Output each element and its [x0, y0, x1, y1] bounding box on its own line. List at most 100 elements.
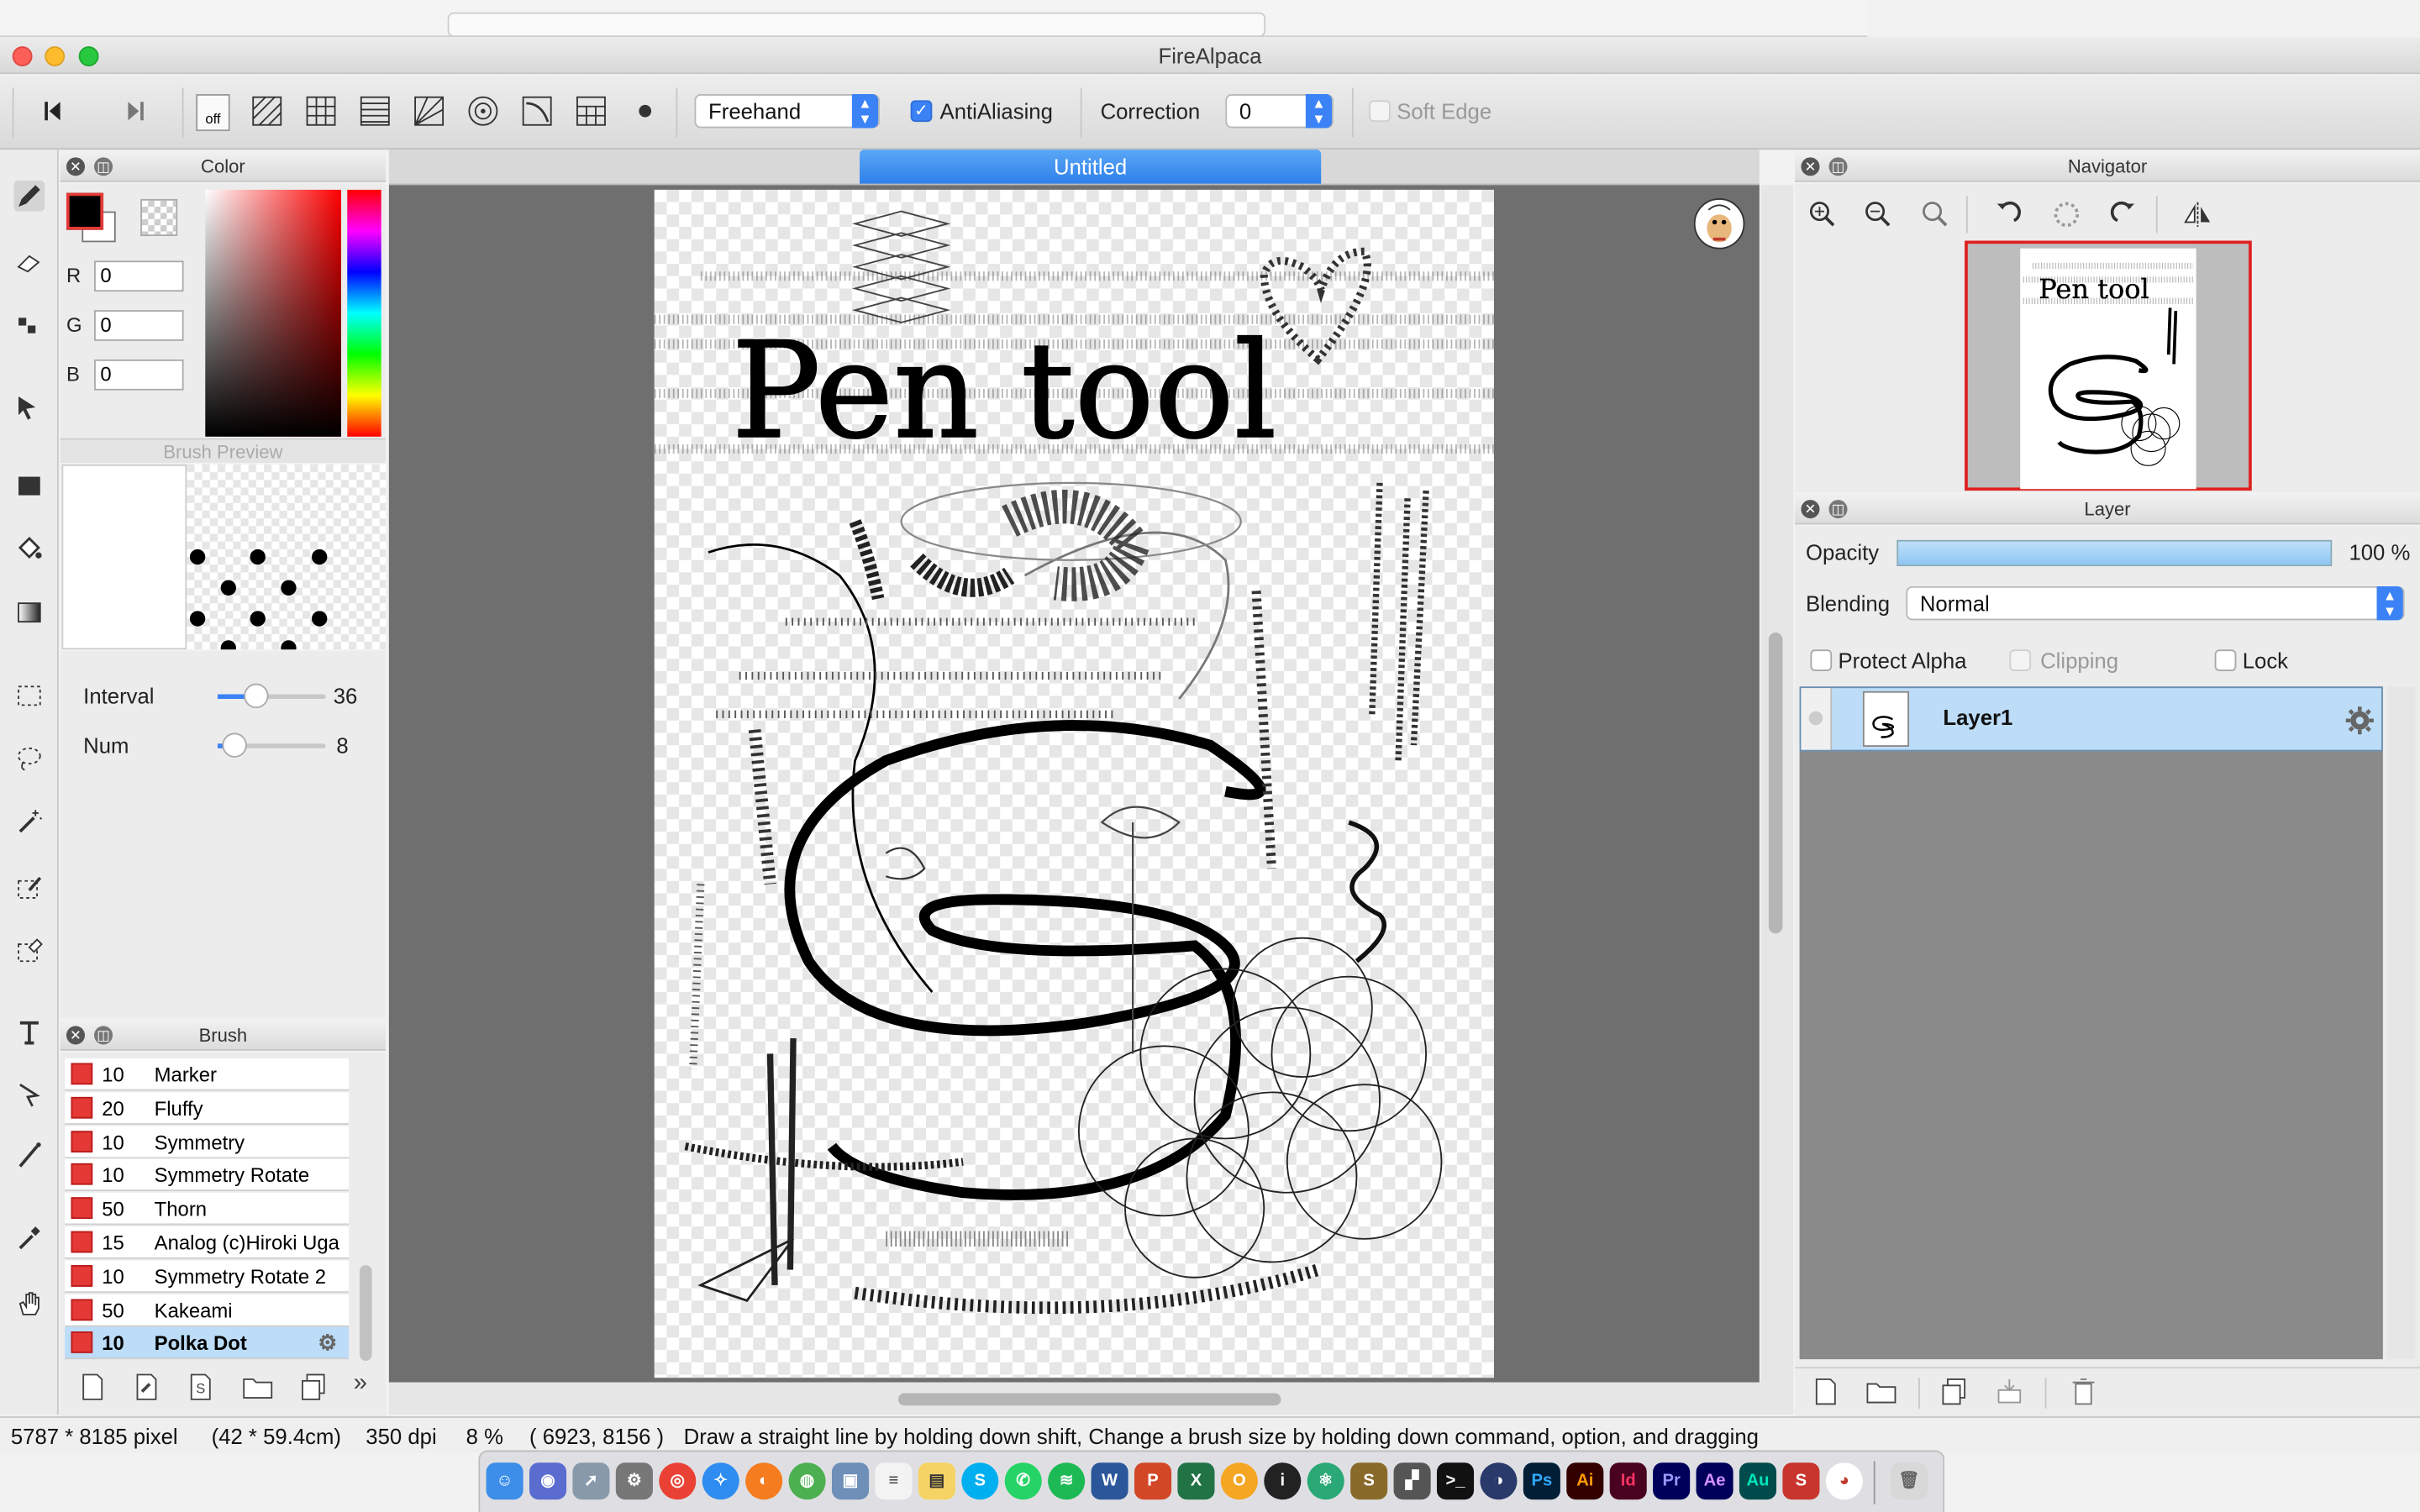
close-window-button[interactable] [12, 46, 33, 66]
gradient-tool-icon[interactable] [14, 597, 45, 628]
zoom-window-button[interactable] [78, 46, 99, 66]
skype-icon[interactable]: S [961, 1462, 999, 1500]
text-tool-icon[interactable] [14, 1016, 45, 1047]
canvas[interactable]: Pen tool [654, 189, 1494, 1378]
firefox-icon[interactable]: ◐ [745, 1462, 783, 1500]
clipping-checkbox[interactable] [2009, 649, 2032, 671]
interval-slider[interactable] [217, 683, 326, 709]
stamp-app-icon[interactable]: S [1782, 1462, 1820, 1500]
brush-list-item[interactable]: 10 Polka Dot ⚙ [65, 1327, 350, 1360]
saturation-value-picker[interactable] [205, 189, 341, 437]
close-icon[interactable]: ✕ [1801, 157, 1820, 176]
rotate-reset-icon[interactable] [2051, 199, 2082, 230]
canvas-horizontal-scrollbar-thumb[interactable] [897, 1393, 1281, 1406]
new-folder-icon[interactable] [1866, 1379, 1897, 1404]
atom-app-icon[interactable]: ⚛ [1307, 1462, 1344, 1500]
snap-circle-icon[interactable] [466, 94, 500, 128]
system-preferences-icon[interactable]: ⚙ [615, 1462, 653, 1500]
duplicate-brush-icon[interactable] [299, 1373, 327, 1401]
detach-icon[interactable]: ◫ [1828, 157, 1848, 176]
drawing-mode-select[interactable]: Freehand ▲ ▼ [694, 94, 880, 129]
antialiasing-checkbox[interactable]: ✓ [910, 100, 933, 123]
lasso-tool-icon[interactable] [14, 743, 45, 774]
brush-settings-doc-icon[interactable] [134, 1373, 159, 1401]
canvas-vertical-scrollbar-thumb[interactable] [1768, 633, 1783, 934]
num-slider[interactable] [217, 732, 326, 758]
pen-tool-icon[interactable] [13, 180, 45, 212]
brush-tool-icon[interactable] [14, 1140, 45, 1171]
snap-cross-icon[interactable] [358, 94, 392, 128]
safari-icon[interactable]: ✧ [702, 1462, 739, 1500]
more-chevron-icon[interactable]: » [354, 1370, 367, 1398]
foreground-color-swatch[interactable] [66, 192, 104, 230]
num-slider-thumb[interactable] [222, 732, 247, 758]
illustrator-icon[interactable]: Ai [1566, 1462, 1604, 1500]
layer-visibility-toggle[interactable] [1801, 688, 1833, 750]
spotify-icon[interactable]: ≋ [1048, 1462, 1086, 1500]
snap-grid-icon[interactable] [304, 94, 338, 128]
brush-script-icon[interactable]: S [188, 1373, 213, 1401]
eyedropper-tool-icon[interactable] [14, 1222, 45, 1253]
sublime-icon[interactable]: S [1350, 1462, 1388, 1500]
brush-list-item[interactable]: 10 Marker [65, 1058, 350, 1091]
brush-list-item[interactable]: 15 Analog (c)Hiroki Uga [65, 1226, 350, 1259]
finder-icon[interactable]: ☺ [486, 1462, 523, 1500]
excel-icon[interactable]: X [1177, 1462, 1215, 1500]
navigator-viewport-frame[interactable]: Pen tool [1965, 240, 2252, 491]
rotate-right-icon[interactable] [2108, 199, 2139, 230]
merge-down-icon[interactable] [1996, 1378, 2023, 1405]
snap-radial-icon[interactable] [412, 94, 445, 128]
audition-icon[interactable]: Au [1739, 1462, 1777, 1500]
brush-list-item[interactable]: 10 Symmetry [65, 1126, 350, 1158]
snap-curve-icon[interactable] [520, 94, 554, 128]
lock-checkbox[interactable] [2214, 649, 2237, 671]
layer-row[interactable]: Layer1 [1799, 686, 2383, 752]
bucket-tool-icon[interactable] [14, 533, 45, 564]
close-icon[interactable]: ✕ [66, 1026, 86, 1045]
undo-icon[interactable] [39, 94, 72, 128]
whatsapp-icon[interactable]: ✆ [1004, 1462, 1042, 1500]
dot-tool-icon[interactable] [14, 310, 45, 341]
minimize-window-button[interactable] [45, 46, 66, 66]
move-tool-icon[interactable] [14, 392, 45, 423]
new-layer-icon[interactable] [1813, 1378, 1838, 1405]
brush-list-item[interactable]: 50 Thorn [65, 1193, 350, 1226]
correction-select[interactable]: 0 ▲ ▼ [1225, 94, 1334, 129]
siri-icon[interactable]: ◉ [529, 1462, 567, 1500]
brush-list-scrollbar[interactable] [359, 1265, 372, 1361]
zoom-reset-icon[interactable] [1920, 199, 1951, 230]
snap-parallel-icon[interactable] [250, 94, 284, 128]
detach-icon[interactable]: ◫ [1828, 500, 1848, 519]
alpaca-mascot-icon[interactable] [1693, 197, 1745, 249]
new-brush-icon[interactable] [81, 1373, 105, 1401]
hand-tool-icon[interactable] [14, 1289, 45, 1320]
snap-settings-dot-icon[interactable] [629, 94, 662, 128]
protect-alpha-checkbox[interactable] [1810, 649, 1833, 671]
fill-rect-tool-icon[interactable] [14, 470, 45, 501]
detach-icon[interactable]: ◫ [94, 1026, 113, 1045]
terminal-icon[interactable]: >_ [1436, 1462, 1475, 1500]
transparent-color-swatch[interactable] [140, 198, 178, 237]
stickies-icon[interactable]: ▤ [918, 1462, 955, 1500]
soft-edge-checkbox[interactable] [1369, 100, 1391, 123]
trash-icon[interactable] [2071, 1376, 2096, 1407]
firealpaca-dock-icon[interactable]: ◕ [1825, 1462, 1863, 1500]
info-app-icon[interactable]: i [1264, 1462, 1302, 1500]
close-icon[interactable]: ✕ [1801, 500, 1820, 519]
select-tool-icon[interactable] [14, 680, 45, 711]
magic-wand-tool-icon[interactable] [14, 807, 45, 838]
notes-icon[interactable]: ≡ [875, 1462, 913, 1500]
powerpoint-icon[interactable]: P [1134, 1462, 1172, 1500]
layer-list-scrollbar[interactable] [2387, 686, 2416, 1360]
brush-list-item[interactable]: 10 Symmetry Rotate 2 [65, 1260, 350, 1293]
after-effects-icon[interactable]: Ae [1696, 1462, 1733, 1500]
redo-icon[interactable] [116, 94, 150, 128]
indesign-icon[interactable]: Id [1609, 1462, 1647, 1500]
photoshop-icon[interactable]: Ps [1523, 1462, 1560, 1500]
snap-3d-perspective-icon[interactable] [574, 94, 608, 128]
premiere-icon[interactable]: Pr [1653, 1462, 1691, 1500]
brush-list-item[interactable]: 10 Symmetry Rotate [65, 1159, 350, 1192]
preview-icon[interactable]: ▣ [831, 1462, 870, 1500]
cinema-app-icon[interactable]: ◑ [1480, 1462, 1518, 1500]
globe-app-icon[interactable]: ◍ [788, 1462, 826, 1500]
